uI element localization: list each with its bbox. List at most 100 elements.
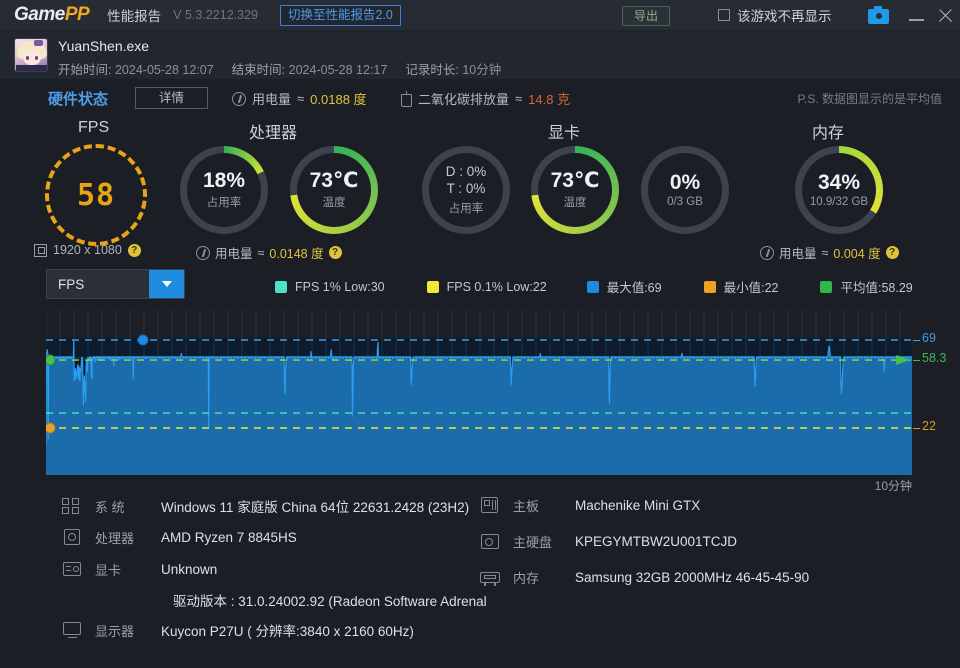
close-icon[interactable] (928, 0, 960, 31)
duration-label: 记录时长: (405, 63, 459, 77)
checkbox-icon[interactable] (718, 9, 730, 21)
gpu-usage-gauge: D : 0% T : 0% 占用率 (422, 146, 510, 234)
approx-symbol: ≈ (297, 91, 305, 106)
axis-label: 69 (922, 331, 936, 345)
gpu-usage-t: T : 0% (446, 181, 486, 196)
system-icon (62, 497, 83, 516)
cpu-power-label: 用电量 (215, 247, 253, 261)
motherboard-icon (480, 496, 501, 515)
sysinfo-value-driver: 驱动版本 : 31.0.24002.92 (Radeon Software Ad… (173, 594, 487, 609)
cpu-power-approx: ≈ (257, 245, 265, 260)
resolution-row: 1920 x 1080 ? (34, 243, 141, 257)
sysinfo-value-cpu: AMD Ryzen 7 8845HS (161, 530, 297, 545)
logo-game-text: Game (14, 4, 65, 25)
mem-power-row: 用电量 ≈ 0.004 度 ? (760, 243, 899, 262)
mem-gauge-title: 内存 (812, 125, 845, 142)
end-time-label: 结束时间: (231, 63, 286, 77)
gpu-vram-sub: 0/3 GB (667, 196, 703, 209)
ps-note: P.S. 数据图显示的是平均值 (797, 92, 942, 106)
sysinfo-row-harddisk: 主硬盘 KPEGYMTBW2U001TCJD (480, 532, 737, 551)
hardware-status-bar: 硬件状态 详情 用电量 ≈ 0.0188 度 二氧化碳排放量 ≈ 14.8 克 … (0, 79, 960, 119)
cpu-power-row: 用电量 ≈ 0.0148 度 ? (196, 243, 342, 262)
fps-gauge-value: 58 (76, 177, 116, 213)
sysinfo-label-motherboard: 主板 (513, 499, 540, 514)
ram-icon (480, 568, 501, 587)
process-header: YuanShen.exe 开始时间: 2024-05-28 12:07 结束时间:… (0, 31, 960, 104)
axis-tick (913, 340, 920, 342)
legend-swatch (426, 280, 439, 293)
sysinfo-label-cpu: 处理器 (95, 531, 135, 546)
legend-swatch (275, 280, 287, 293)
legend-swatch (703, 280, 716, 293)
legend-label: 平均值:58.29 (840, 281, 913, 295)
legend-swatch (586, 280, 599, 293)
gpu-temp-gauge: 73℃ 温度 (531, 146, 619, 234)
start-time-label: 开始时间: (58, 63, 112, 77)
gpu-usage-sub: 占用率 (448, 202, 484, 215)
title-bar: GamePP 性能报告 V 5.3.2212.329 切换至性能报告2.0 导出… (0, 0, 960, 31)
legend-item: FPS 0.1% Low:22 (426, 279, 547, 294)
export-button[interactable]: 导出 (622, 6, 671, 26)
co2-row: 二氧化碳排放量 ≈ 14.8 克 (400, 89, 570, 108)
cpu-usage-sub: 占用率 (206, 197, 242, 210)
mem-power-help-icon[interactable]: ? (885, 246, 899, 259)
cpu-usage-gauge: 18% 占用率 (180, 146, 268, 234)
sysinfo-label-gpu: 显卡 (95, 563, 122, 578)
mem-sub: 10.9/32 GB (809, 196, 869, 209)
sysinfo-value-harddisk: KPEGYMTBW2U001TCJD (575, 534, 738, 549)
process-meta: 开始时间: 2024-05-28 12:07 结束时间: 2024-05-28 1… (58, 59, 501, 78)
camera-icon[interactable] (868, 6, 889, 24)
chevron-down-icon[interactable] (149, 270, 184, 298)
legend-label: 最大值:69 (606, 281, 662, 295)
legend-label: FPS 1% Low:30 (295, 279, 385, 294)
cpu-power-help-icon[interactable]: ? (328, 246, 342, 259)
fps-chart-plot (46, 310, 912, 475)
duration-value: 10分钟 (462, 63, 502, 77)
gpu-icon (62, 560, 83, 579)
legend-label: FPS 0.1% Low:22 (446, 279, 547, 294)
system-info-panel: 系 统 Windows 11 家庭版 China 64位 22631.2428 … (0, 492, 960, 668)
window-title: 性能报告 (107, 9, 162, 24)
sysinfo-row-gpu: 显卡 Unknown (62, 560, 217, 579)
gpu-temp-sub: 温度 (563, 197, 587, 210)
gamepp-performance-report-window: GamePP 性能报告 V 5.3.2212.329 切换至性能报告2.0 导出… (0, 0, 960, 668)
sysinfo-row-system: 系 统 Windows 11 家庭版 China 64位 22631.2428 … (62, 496, 469, 516)
monitor-icon (62, 621, 83, 640)
version-text: V 5.3.2212.329 (173, 8, 258, 22)
resolution-help-icon[interactable]: ? (127, 243, 141, 257)
sysinfo-value-gpu: Unknown (161, 562, 218, 577)
detail-button[interactable]: 详情 (135, 87, 208, 109)
cpu-gauge-title: 处理器 (249, 125, 298, 142)
sysinfo-row-cpu: 处理器 AMD Ryzen 7 8845HS (62, 528, 297, 547)
axis-tick (913, 360, 920, 362)
chart-svg (46, 310, 912, 475)
resolution-icon (34, 243, 47, 257)
chart-legend: FPS 1% Low:30 FPS 0.1% Low:22 最大值:69 最小值:22… (275, 277, 955, 296)
gpu-vram-value: 0% (669, 170, 701, 194)
cpu-power-icon (196, 245, 210, 260)
cpu-temp-value: 73℃ (309, 168, 359, 192)
total-power-value: 0.0188 度 (310, 92, 367, 107)
legend-item: 最小值:22 (703, 277, 778, 296)
total-power-label: 用电量 (252, 92, 292, 107)
legend-swatch (820, 280, 833, 293)
sysinfo-value-ram: Samsung 32GB 2000MHz 46-45-45-90 (575, 570, 810, 585)
axis-tick (913, 428, 920, 430)
sysinfo-row-motherboard: 主板 Machenike Mini GTX (480, 496, 700, 515)
no-display-label: 该游戏不再显示 (737, 9, 832, 24)
total-power-row: 用电量 ≈ 0.0188 度 (232, 89, 367, 108)
co2-icon (400, 91, 412, 107)
switch-to-report2-button[interactable]: 切换至性能报告2.0 (279, 4, 401, 26)
mem-power-label: 用电量 (779, 247, 817, 261)
cpu-temp-gauge: 73℃ 温度 (290, 146, 378, 234)
sysinfo-row-monitor: 显示器 Kuycon P27U ( 分辨率:3840 x 2160 60Hz) (62, 620, 414, 640)
no-display-checkbox-row[interactable]: 该游戏不再显示 (718, 5, 832, 25)
gpu-vram-gauge: 0% 0/3 GB (641, 146, 729, 234)
logo-pp-text: PP (64, 4, 90, 25)
hardware-status-title: 硬件状态 (48, 91, 109, 108)
mem-power-value: 0.004 度 (833, 247, 881, 261)
sysinfo-row-driver: 驱动版本 : 31.0.24002.92 (Radeon Software Ad… (173, 590, 487, 610)
chart-section: FPS FPS 1% Low:30 FPS 0.1% Low:22 最大值:69 最小… (0, 265, 960, 493)
metric-select[interactable]: FPS (46, 269, 185, 299)
app-logo: GamePP (14, 4, 90, 26)
